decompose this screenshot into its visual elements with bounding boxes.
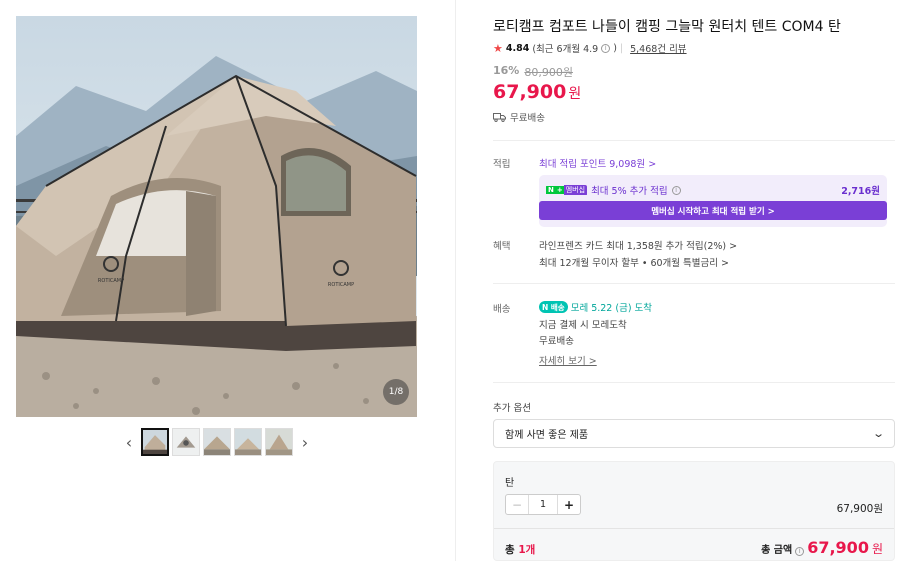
membership-row: N + 멤버십 최대 5% 추가 적립 i 2,716원	[546, 183, 880, 197]
product-title: 로티캠프 컴포트 나들이 캠핑 그늘막 원터치 텐트 COM4 탄	[493, 19, 841, 35]
selected-item-price: 67,900원	[836, 503, 883, 515]
badge-plus: +	[555, 186, 564, 194]
shipping-row: 무료배송	[493, 110, 545, 124]
delivery-fee: 무료배송	[539, 336, 574, 347]
divider	[494, 528, 894, 529]
chevron-left-icon[interactable]: ‹	[120, 428, 138, 456]
tent-brand-left: ROTICAMP	[98, 278, 124, 284]
thumbnail-5[interactable]	[265, 428, 293, 456]
main-product-image[interactable]: ROTICAMP ROTICAMP 1/8	[16, 16, 417, 417]
thumbnail-3[interactable]	[203, 428, 231, 456]
price-row: 67,900 원	[493, 81, 581, 103]
divider	[493, 140, 895, 141]
thumbnail-1[interactable]	[141, 428, 169, 456]
naver-plus-badge: N + 멤버십	[546, 185, 588, 196]
delivery-main-line: N 배송 모레 5.22 (금) 도착	[539, 300, 652, 314]
tent-photo: ROTICAMP ROTICAMP	[16, 16, 417, 417]
info-icon[interactable]: i	[795, 547, 805, 556]
membership-info: N + 멤버십 최대 5% 추가 적립 i	[546, 183, 681, 197]
quantity-value[interactable]: 1	[528, 495, 558, 514]
sale-price: 67,900	[493, 81, 567, 103]
benefits-label: 혜택	[493, 241, 511, 252]
membership-start-button[interactable]: 멤버십 시작하고 최대 적립 받기 >	[539, 201, 887, 220]
divider	[493, 283, 895, 284]
rating-recent-close: )	[613, 42, 617, 54]
option-select[interactable]: 함께 사면 좋은 제품 ⌄	[493, 419, 895, 448]
badge-n: N	[546, 186, 556, 194]
column-divider	[455, 0, 456, 561]
total-count: 총 1개	[505, 542, 535, 557]
delivery-label: 배송	[493, 304, 511, 315]
rating-row: ★ 4.84 (최근 6개월 4.9 i) | 5,468건 리뷰	[493, 41, 687, 56]
rating-recent: (최근 6개월 4.9	[532, 44, 599, 55]
badge-membership: 멤버십	[563, 185, 588, 195]
info-icon[interactable]: i	[671, 185, 681, 195]
total-count-prefix: 총	[505, 544, 519, 556]
increase-button[interactable]: +	[558, 495, 580, 514]
total-count-value: 1개	[518, 544, 536, 556]
tent-brand-right: ROTICAMP	[328, 282, 354, 288]
delivery-detail-link[interactable]: 자세히 보기 >	[539, 353, 597, 367]
shipping-text: 무료배송	[510, 113, 545, 124]
installment-benefit-link[interactable]: 최대 12개월 무이자 할부 • 60개월 특별금리 >	[539, 255, 729, 269]
total-label: 총 금액	[761, 545, 793, 556]
chevron-down-icon: ⌄	[871, 427, 885, 440]
review-count-link[interactable]: 5,468건 리뷰	[630, 41, 686, 55]
total-amount: 총 금액 i 67,900 원	[761, 538, 883, 557]
thumbnail-strip: ‹ ›	[120, 427, 314, 457]
selected-item-name: 탄	[505, 478, 515, 489]
original-price: 80,900원	[524, 66, 573, 79]
rating-score: 4.84	[505, 42, 530, 54]
card-benefit-link[interactable]: 라인프렌즈 카드 최대 1,358원 추가 적립(2%) >	[539, 238, 737, 252]
info-icon[interactable]: i	[601, 43, 611, 53]
detail-link-text[interactable]: 자세히 보기 >	[539, 353, 597, 367]
discount-row: 16% 80,900원	[493, 64, 573, 80]
total-unit: 원	[871, 542, 883, 556]
delivery-condition: 지금 결제 시 모레도착	[539, 320, 627, 331]
naver-delivery-badge: N 배송	[539, 301, 568, 313]
image-counter: 1/8	[383, 379, 409, 405]
separator: |	[619, 42, 624, 54]
discount-rate: 16%	[493, 64, 520, 77]
delivery-date: 모레 5.22 (금) 도착	[570, 303, 653, 314]
divider	[493, 382, 895, 383]
membership-text: 최대 5% 추가 적립	[591, 186, 668, 197]
membership-amount: 2,716원	[841, 186, 880, 197]
points-label: 적립	[493, 159, 511, 170]
max-point-link[interactable]: 최대 적립 포인트 9,098원 >	[539, 156, 656, 170]
thumbnail-2[interactable]	[172, 428, 200, 456]
decrease-button[interactable]: −	[506, 495, 528, 514]
star-icon: ★	[493, 41, 503, 55]
selected-item-box: 탄 − 1 + 67,900원 총 1개 총 금액 i 67,900 원	[493, 461, 895, 561]
membership-box: N + 멤버십 최대 5% 추가 적립 i 2,716원 멤버십 시작하고 최대…	[539, 175, 887, 227]
chevron-right-icon[interactable]: ›	[296, 428, 314, 456]
price-unit: 원	[568, 86, 582, 102]
thumbnail-4[interactable]	[234, 428, 262, 456]
option-select-value: 함께 사면 좋은 제품	[505, 430, 589, 441]
quantity-stepper: − 1 +	[505, 494, 581, 515]
option-label: 추가 옵션	[493, 403, 531, 414]
total-price: 67,900	[807, 538, 869, 557]
truck-icon	[493, 113, 506, 122]
product-page: ROTICAMP ROTICAMP 1/8 ‹ › 로티캠프 컴포트 나들이 캠…	[0, 0, 900, 561]
